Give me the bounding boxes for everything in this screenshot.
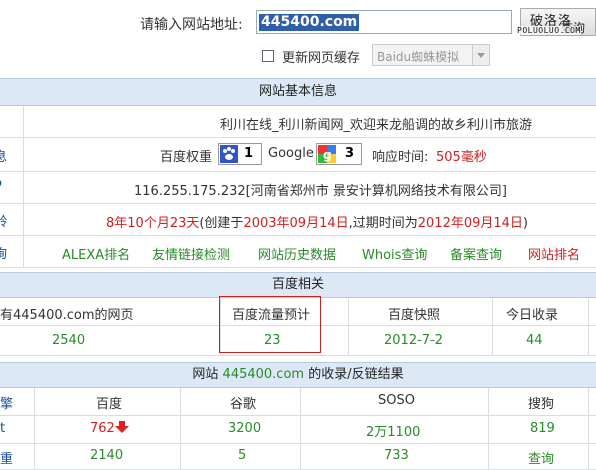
domain-age-row: 龄 8年10个月23天(创建于2003年09月14日,过期时间为2012年09月… — [0, 204, 596, 236]
response-value: 505毫秒 — [436, 150, 487, 165]
domain-age-line: 8年10个月23天(创建于2003年09月14日,过期时间为2012年09月14… — [106, 212, 528, 231]
engines-header: 网站 445400.com 的收录/反链结果 — [0, 362, 596, 388]
soso-index-value: 2万1100 — [366, 425, 421, 440]
baidu-pages-value: 2540 — [52, 333, 86, 348]
google-rank-badge: g 3 — [316, 143, 362, 165]
col-divider — [348, 298, 349, 356]
google-rank-value: 3 — [345, 146, 355, 161]
baidu-backlink-value: 2140 — [90, 448, 124, 463]
link-site-rank[interactable]: 网站排名 — [528, 244, 580, 263]
link-icp[interactable]: 备案查询 — [450, 244, 502, 263]
engine-col-sogou: 搜狗 — [528, 397, 555, 412]
baidu-rank-label: 百度权重 — [160, 150, 213, 165]
google-logo-icon: g — [318, 145, 336, 163]
row-label-age: 龄 — [0, 215, 8, 230]
google-rank-label: Google — [268, 146, 314, 161]
update-cache-label: 更新网页缓存 — [282, 51, 361, 66]
engines-backlink-row: 重 2140 5 733 查询 — [0, 444, 596, 470]
engines-header-domain: 445400.com — [222, 367, 305, 382]
engine-col-google: 谷歌 — [230, 397, 257, 412]
baidu-rank-badge: 1 — [218, 143, 262, 165]
highlight-box — [219, 296, 321, 353]
engines-row1-label: t — [0, 421, 6, 436]
engine-col-soso: SOSO — [378, 393, 415, 408]
site-watermark: POLUOLUO.COM — [517, 26, 581, 35]
baidu-col-today: 今日收录 — [506, 308, 559, 323]
google-backlink-value: 5 — [238, 448, 247, 463]
baidu-paw-icon — [220, 145, 238, 163]
down-arrow-icon — [114, 421, 129, 433]
update-cache-checkbox[interactable] — [262, 50, 274, 62]
engines-index-row: t 762 3200 2万1100 819 — [0, 416, 596, 444]
search-bar: 请输入网站地址: 445400.com 破洛洛 查询 POLUOLUO.COM … — [0, 0, 596, 78]
site-title-row: 利川在线_利川新闻网_欢迎来龙船调的故乡利川市旅游 — [0, 106, 596, 138]
row-label-query: 询 — [0, 247, 8, 262]
engines-col-headers: 擎 百度 谷歌 SOSO 搜狗 — [0, 388, 596, 416]
baidu-header: 百度相关 — [0, 272, 596, 298]
google-index-value: 3200 — [228, 421, 262, 436]
response-label: 响应时间: — [372, 150, 429, 165]
baidu-snapshot-value: 2012-7-2 — [384, 333, 444, 348]
user-agent-select[interactable]: Baidu蜘蛛模拟 — [372, 44, 490, 66]
row-label-col — [0, 106, 24, 137]
engines-left-label: 擎 — [0, 397, 14, 412]
baidu-col-pages: 有445400.com的网页 — [0, 308, 134, 323]
engine-col-baidu: 百度 — [96, 397, 123, 412]
site-title-text: 利川在线_利川新闻网_欢迎来龙船调的故乡利川市旅游 — [220, 118, 533, 133]
domain-age: 8年10个月23天 — [106, 216, 200, 231]
expire-date: 2012年09月14日 — [417, 216, 523, 231]
col-divider — [300, 388, 301, 470]
expire-prefix: ,过期时间为 — [348, 216, 418, 231]
svg-text:g: g — [323, 148, 332, 162]
baidu-index-value: 762 — [90, 421, 115, 436]
soso-backlink-value: 733 — [384, 448, 409, 463]
chevron-down-icon — [472, 45, 489, 65]
rank-row: 息 百度权重 1 Google g 3 响应时间: 505毫秒 — [0, 138, 596, 172]
user-agent-value: Baidu蜘蛛模拟 — [377, 50, 460, 64]
baidu-col-snapshot: 百度快照 — [388, 308, 441, 323]
row-label-col: P — [0, 172, 24, 203]
engines-header-suffix: 的收录/反链结果 — [308, 367, 404, 382]
row-label-info: 息 — [0, 150, 8, 165]
link-friend-links[interactable]: 友情链接检测 — [152, 244, 230, 263]
col-divider — [492, 298, 493, 356]
row-label-col: 询 — [0, 236, 24, 267]
created-prefix: (创建于 — [199, 216, 244, 231]
col-divider — [180, 388, 181, 470]
expire-suffix: ) — [522, 216, 528, 231]
url-label: 请输入网站地址: — [140, 17, 243, 33]
baidu-today-value: 44 — [526, 333, 543, 348]
engines-row2-label: 重 — [0, 452, 14, 467]
col-divider — [588, 388, 589, 470]
row-label-ip: P — [0, 179, 2, 194]
link-whois[interactable]: Whois查询 — [362, 244, 427, 263]
col-divider — [588, 298, 589, 356]
col-divider — [488, 388, 489, 470]
ip-row: P 116.255.175.232[河南省郑州市 景安计算机网络技术有限公司] — [0, 172, 596, 204]
row-label-col: 息 — [0, 138, 24, 171]
url-input[interactable]: 445400.com — [256, 10, 512, 34]
quick-links-row: 询 ALEXA排名 友情链接检测 网站历史数据 Whois查询 备案查询 网站排… — [0, 236, 596, 268]
link-history[interactable]: 网站历史数据 — [258, 244, 336, 263]
url-input-value: 445400.com — [259, 14, 360, 31]
engines-header-prefix: 网站 — [192, 367, 219, 382]
sogou-query-link[interactable]: 查询 — [528, 448, 554, 467]
ip-text: 116.255.175.232[河南省郑州市 景安计算机网络技术有限公司] — [134, 184, 507, 199]
col-divider — [34, 388, 35, 470]
basic-info-header: 网站基本信息 — [0, 78, 596, 106]
created-date: 2003年09月14日 — [243, 216, 349, 231]
sogou-index-value: 819 — [530, 421, 555, 436]
baidu-rank-value: 1 — [244, 146, 254, 161]
link-alexa[interactable]: ALEXA排名 — [62, 244, 130, 263]
row-label-col: 龄 — [0, 204, 24, 235]
baidu-index-value-wrap: 762 — [90, 421, 129, 436]
